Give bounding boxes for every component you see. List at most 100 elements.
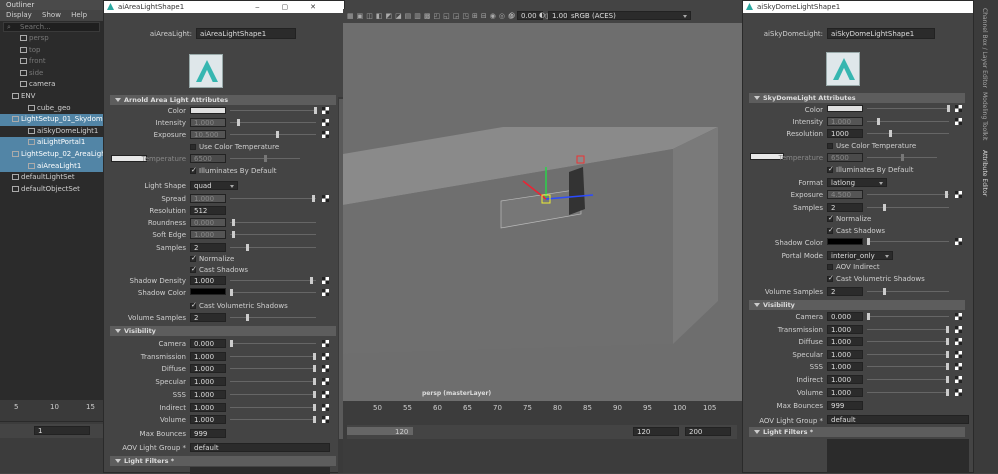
map-checker-icon[interactable] (322, 340, 329, 347)
map-checker-icon[interactable] (955, 388, 962, 396)
sky-window-titlebar[interactable]: aiSkyDomeLightShape1 (743, 1, 973, 13)
sky-shadow-color-swatch[interactable] (827, 238, 863, 245)
map-checker-icon[interactable] (322, 107, 329, 114)
shadow-color-slider[interactable] (230, 289, 316, 296)
sky-max-bounces-field[interactable]: 999 (827, 401, 863, 410)
vis-camera-field[interactable]: 0.000 (827, 312, 863, 321)
map-checker-icon[interactable] (322, 195, 329, 202)
sky-use-color-temp-checkbox[interactable] (827, 143, 833, 149)
roundness-slider[interactable] (230, 219, 316, 226)
map-checker-icon[interactable] (322, 352, 329, 360)
portal-mode-dropdown[interactable]: interior_only (827, 251, 893, 260)
outliner-item[interactable]: aiAreaLight1 (0, 160, 103, 173)
color-slider[interactable] (230, 107, 317, 114)
vis-diffuse-slider[interactable] (867, 338, 949, 346)
vis-volume-field[interactable]: 1.000 (827, 387, 863, 397)
outliner-item[interactable]: aiLightPortal1 (0, 137, 103, 149)
use-color-temp-checkbox[interactable] (190, 144, 196, 150)
spread-field[interactable]: 1.000 (190, 194, 226, 203)
temperature-slider[interactable] (230, 155, 300, 162)
range-start-field[interactable]: 120 (633, 427, 679, 436)
vis-indirect-field[interactable]: 1.000 (827, 375, 863, 384)
resolution-field[interactable]: 512 (190, 206, 226, 215)
sky-name-field[interactable]: aiSkyDomeLightShape1 (827, 28, 935, 39)
vis-sss-field[interactable]: 1.000 (190, 389, 226, 399)
vis-diffuse-field[interactable]: 1.000 (827, 337, 863, 347)
vis-transmission-field[interactable]: 1.000 (190, 351, 226, 361)
normalize-checkbox[interactable] (190, 254, 197, 262)
map-checker-icon[interactable] (322, 131, 329, 138)
sky-section-visibility[interactable]: Visibility (749, 300, 965, 310)
vis-sss-slider[interactable] (230, 390, 316, 398)
sky-color-swatch[interactable] (827, 105, 863, 112)
section-skydome-attributes[interactable]: SkyDomeLight Attributes (749, 93, 965, 103)
tab-modeling-toolkit[interactable]: Modeling Toolkit (981, 92, 988, 140)
area-name-field[interactable]: aiAreaLightShape1 (196, 28, 296, 39)
exposure-slider[interactable] (230, 131, 316, 138)
vis-transmission-field[interactable]: 1.000 (827, 324, 863, 334)
sky-cast-shadows-checkbox[interactable] (827, 226, 834, 234)
map-checker-icon[interactable] (955, 238, 962, 245)
map-checker-icon[interactable] (322, 289, 329, 296)
vis-sss-slider[interactable] (867, 363, 949, 371)
sky-color-slider[interactable] (867, 105, 950, 112)
soft-edge-slider[interactable] (230, 231, 316, 238)
sky-normalize-checkbox[interactable] (827, 214, 834, 222)
map-checker-icon[interactable] (322, 365, 329, 373)
sky-samples-field[interactable]: 2 (827, 203, 863, 212)
time-slider[interactable]: 50 55 60 65 70 75 80 85 90 95 100 105 120 120 200 (343, 401, 742, 473)
map-checker-icon[interactable] (322, 277, 329, 284)
cast-shadows-checkbox[interactable] (190, 265, 197, 273)
sky-resolution-field[interactable]: 1000 (827, 129, 863, 138)
section-area-attributes[interactable]: Arnold Area Light Attributes (110, 95, 336, 105)
map-checker-icon[interactable] (322, 378, 329, 386)
map-checker-icon[interactable] (322, 390, 329, 398)
outliner-item[interactable]: persp (0, 33, 103, 45)
roundness-field[interactable]: 0.000 (190, 218, 226, 227)
map-checker-icon[interactable] (955, 325, 962, 333)
sky-intensity-field[interactable]: 1.000 (827, 117, 863, 126)
shadow-density-slider[interactable] (230, 277, 316, 284)
vis-specular-field[interactable]: 1.000 (190, 377, 226, 387)
vis-diffuse-field[interactable]: 1.000 (190, 364, 226, 374)
map-checker-icon[interactable] (955, 191, 962, 198)
light-shape-dropdown[interactable]: quad (190, 181, 238, 190)
window-controls[interactable]: ‒▢✕ (255, 1, 338, 13)
section-light-filters[interactable]: Light Filters * (110, 456, 336, 466)
temperature-field[interactable]: 6500 (190, 154, 226, 163)
aov-group-field[interactable]: default (190, 443, 330, 452)
vis-indirect-field[interactable]: 1.000 (190, 402, 226, 412)
aov-indirect-checkbox[interactable] (827, 264, 833, 270)
colorspace-dropdown[interactable]: sRGB (ACES) (567, 11, 691, 20)
vis-volume-field[interactable]: 1.000 (190, 415, 226, 425)
start-frame-field[interactable]: 1 (34, 426, 90, 435)
map-checker-icon[interactable] (955, 338, 962, 346)
vis-specular-field[interactable]: 1.000 (827, 349, 863, 359)
vis-sss-field[interactable]: 1.000 (827, 362, 863, 372)
illuminates-checkbox[interactable] (190, 166, 197, 174)
max-bounces-field[interactable]: 999 (190, 429, 226, 438)
sky-vol-samples-slider[interactable] (867, 288, 949, 295)
tab-attribute-editor[interactable]: Attribute Editor (981, 150, 988, 196)
vis-specular-slider[interactable] (867, 350, 949, 358)
format-dropdown[interactable]: latlong (827, 178, 887, 187)
sky-resolution-slider[interactable] (867, 130, 949, 137)
outliner-search-input[interactable]: ⌕ Search... (3, 22, 100, 32)
vis-transmission-slider[interactable] (867, 325, 949, 333)
sky-intensity-slider[interactable] (867, 118, 949, 125)
outliner-item[interactable]: top (0, 45, 103, 57)
menu-display[interactable]: Display (6, 11, 32, 19)
vis-specular-slider[interactable] (230, 378, 316, 386)
cast-vol-shadows-checkbox[interactable] (190, 301, 197, 309)
vis-indirect-slider[interactable] (230, 403, 316, 411)
sky-aov-group-field[interactable]: default (827, 415, 969, 424)
outliner-item[interactable]: ENV (0, 91, 103, 103)
outliner-item[interactable]: front (0, 56, 103, 68)
shadow-density-field[interactable]: 1.000 (190, 276, 226, 285)
vis-camera-field[interactable]: 0.000 (190, 339, 226, 348)
map-checker-icon[interactable] (955, 118, 962, 125)
area-window-titlebar[interactable]: aiAreaLightShape1 ‒▢✕ (104, 1, 344, 13)
outliner-item[interactable]: defaultObjectSet (0, 184, 103, 196)
spread-slider[interactable] (230, 195, 316, 202)
sky-vol-samples-field[interactable]: 2 (827, 287, 863, 296)
